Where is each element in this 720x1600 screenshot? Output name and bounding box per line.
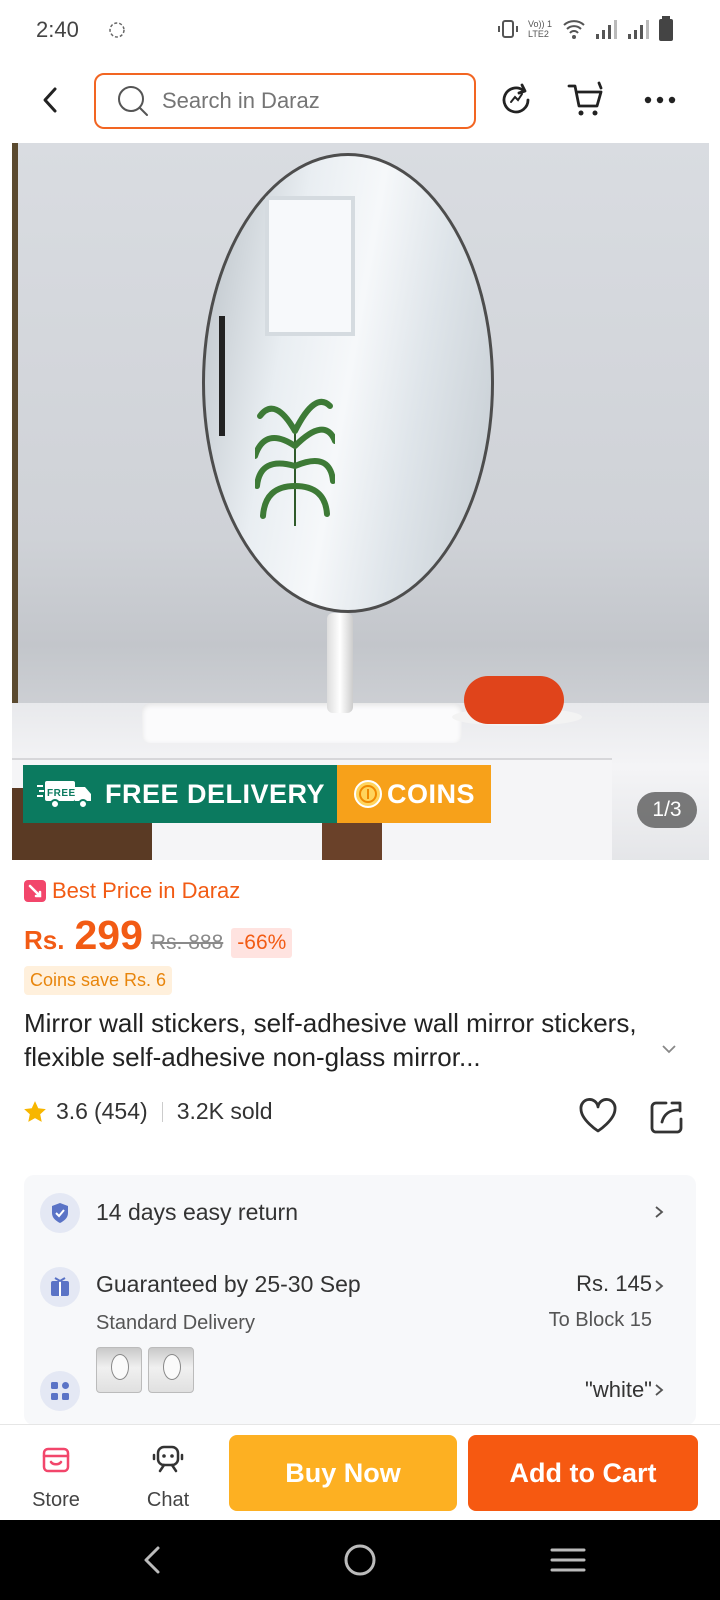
wifi-icon [563,20,585,39]
cart-button[interactable] [564,78,608,122]
share-button[interactable] [648,1098,692,1142]
system-recents-button[interactable] [548,1540,588,1580]
image-counter: 1/3 [637,792,697,828]
chevron-down-icon[interactable] [660,1040,678,1058]
product-mirror-image [202,153,494,613]
chevron-right-icon [655,1384,664,1396]
search-placeholder: Search in Daraz [162,88,320,113]
rating-row[interactable]: 3.6 (454) 3.2K sold [22,1098,273,1125]
search-input[interactable]: Search in Daraz [94,73,476,129]
product-title[interactable]: Mirror wall stickers, self-adhesive wall… [24,1006,664,1074]
store-button[interactable]: Store [16,1443,96,1512]
history-button[interactable] [494,78,538,122]
return-shield-icon [40,1193,80,1233]
vibrate-icon [498,20,518,38]
system-back-button[interactable] [132,1540,172,1580]
variant-selected: "white" [585,1371,652,1403]
delivery-location: To Block 15 [548,1309,652,1331]
system-navigation-bar [0,1520,720,1600]
price-original: Rs. 888 [150,931,224,954]
star-icon [24,1100,46,1122]
variant-row[interactable]: "white" [40,1347,680,1411]
delivery-fee: Rs. 145 [576,1271,652,1296]
variants-grid-icon [40,1371,80,1411]
best-price-icon [24,880,46,902]
share-icon [650,1101,683,1134]
promo-badges: FREE FREE DELIVERY COINS [23,765,492,823]
price-current: 299 [74,912,143,958]
delivery-type: Standard Delivery [96,1312,255,1334]
chat-button[interactable]: Chat [128,1443,208,1512]
delivery-guarantee: Guaranteed by 25-30 Sep [96,1271,361,1297]
delivery-truck-icon: FREE [37,781,91,809]
cart-icon [567,81,603,116]
nav-home-icon [344,1544,376,1576]
status-icons: Vo)) 1 LTE2 [496,16,674,42]
price-row: Rs. 299 Rs. 888 -66% [24,912,293,959]
mirror-reflection-window [265,196,355,336]
status-time: 2:40 [36,17,79,42]
variant-thumbnail[interactable] [96,1347,142,1393]
bottom-action-bar: Store Chat Buy Now Add to Cart [0,1424,720,1520]
divider [161,1101,163,1122]
service-info-card: 14 days easy return Guaranteed by 25-30 … [24,1175,696,1425]
rating-count: (454) [93,1098,148,1124]
best-price-tag: Best Price in Daraz [24,878,240,904]
notification-icon [109,22,125,38]
back-arrow-icon [43,87,57,113]
coins-badge: COINS [337,765,492,823]
scene-sink [142,703,462,743]
truck-free-text: FREE [47,788,76,799]
more-dots-icon [644,96,676,104]
return-policy-text: 14 days easy return [96,1199,299,1225]
delivery-fee-block: Rs. 145 To Block 15 [549,1267,652,1332]
delivery-row[interactable]: Guaranteed by 25-30 Sep Standard Deliver… [40,1267,680,1335]
coins-save-badge: Coins save Rs. 6 [24,966,173,995]
return-policy-row[interactable]: 14 days easy return [40,1193,680,1233]
chevron-right-icon [655,1280,664,1292]
network-label: Vo)) 1 LTE2 [528,19,553,39]
plant-reflection-icon [255,398,335,526]
coin-icon [354,780,383,808]
more-options-button[interactable] [638,78,682,122]
scene-towel [464,676,564,724]
chat-icon [152,1445,184,1473]
buy-now-button[interactable]: Buy Now [229,1435,457,1511]
variant-thumbnail[interactable] [148,1347,194,1393]
rating-value: 3.6 [56,1098,88,1124]
sold-count: 3.2K sold [176,1098,273,1124]
best-price-label: Best Price in Daraz [52,878,241,903]
system-home-button[interactable] [340,1540,380,1580]
free-delivery-label: FREE DELIVERY [105,778,326,809]
store-icon [42,1447,70,1473]
nav-back-icon [144,1546,160,1574]
free-delivery-badge: FREE FREE DELIVERY [23,765,338,823]
wishlist-button[interactable] [578,1098,622,1142]
status-bar: 2:40 Vo)) 1 LTE2 [0,0,720,60]
chat-label: Chat [146,1489,190,1511]
refresh-icon [502,83,530,114]
store-label: Store [32,1489,80,1511]
signal-icon-2 [628,20,649,39]
heart-icon [579,1098,617,1133]
search-icon [118,86,148,116]
price-currency: Rs. [24,925,65,955]
mirror-reflection-rail [219,316,225,436]
top-header: Search in Daraz [0,66,720,136]
discount-badge: -66% [231,928,293,958]
coins-label: COINS [387,778,476,809]
delivery-box-icon [40,1267,80,1307]
chevron-right-icon [655,1206,664,1218]
product-image-gallery[interactable]: FREE FREE DELIVERY COINS 1/3 [12,143,709,860]
signal-icon-1 [596,20,617,39]
back-button[interactable] [30,80,70,120]
nav-menu-icon [550,1548,586,1572]
battery-icon [659,16,673,41]
scene-faucet [327,613,353,713]
variant-value: "white" [585,1377,652,1402]
add-to-cart-button[interactable]: Add to Cart [468,1435,698,1511]
